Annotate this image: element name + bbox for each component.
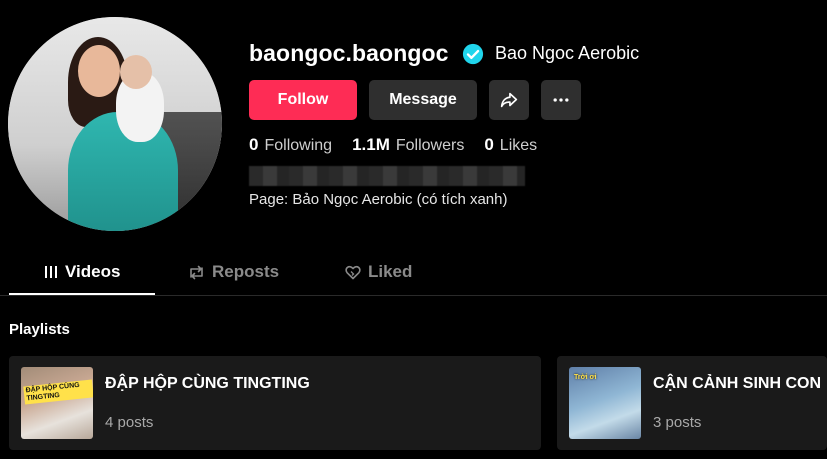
share-button[interactable] <box>489 80 529 120</box>
avatar-baby-face <box>120 55 152 89</box>
redacted-text <box>249 166 525 186</box>
profile-bio: Page: Bảo Ngọc Aerobic (có tích xanh) <box>249 191 508 208</box>
playlist-card[interactable]: ĐẬP HỘP CÙNG TINGTING ĐẬP HỘP CÙNG TINGT… <box>9 356 541 450</box>
share-arrow-icon <box>500 92 518 108</box>
following-count: 0 <box>249 135 259 154</box>
profile-stats: 0 Following 1.1M Followers 0 Likes <box>249 135 537 155</box>
profile-tabs: Videos Reposts Liked <box>0 252 827 296</box>
followers-label: Followers <box>395 137 465 154</box>
followers-count: 1.1M <box>352 135 390 154</box>
verified-check-icon <box>462 43 484 65</box>
more-options-button[interactable] <box>541 80 581 120</box>
stat-following[interactable]: 0 Following <box>249 135 332 155</box>
profile-avatar[interactable] <box>8 17 222 231</box>
playlist-thumbnail: Trời ơi <box>569 367 641 439</box>
avatar-face <box>78 45 120 97</box>
playlists-heading: Playlists <box>9 321 70 338</box>
repost-icon <box>190 265 203 279</box>
likes-count: 0 <box>484 135 494 154</box>
playlist-thumbnail: ĐẬP HỘP CÙNG TINGTING <box>21 367 93 439</box>
playlist-title: CẬN CẢNH SINH CON <box>653 375 821 392</box>
profile-nickname: Bao Ngoc Aerobic <box>495 43 640 63</box>
tab-videos[interactable]: Videos <box>44 262 120 282</box>
message-button[interactable]: Message <box>369 80 477 120</box>
active-tab-indicator <box>9 293 155 295</box>
thumbnail-caption: ĐẬP HỘP CÙNG TINGTING <box>23 379 93 405</box>
stat-followers[interactable]: 1.1M Followers <box>352 135 464 155</box>
more-dots-icon <box>553 98 569 102</box>
following-label: Following <box>264 137 333 154</box>
playlist-title: ĐẬP HỘP CÙNG TINGTING <box>105 375 310 392</box>
stat-likes: 0 Likes <box>484 135 537 155</box>
likes-label: Likes <box>499 137 538 154</box>
tab-liked[interactable]: Liked <box>345 262 412 282</box>
playlist-card[interactable]: Trời ơi CẬN CẢNH SINH CON 3 posts <box>557 356 827 450</box>
follow-button[interactable]: Follow <box>249 80 357 120</box>
thumbnail-caption: Trời ơi <box>574 374 597 381</box>
playlist-post-count: 4 posts <box>105 414 154 431</box>
playlist-post-count: 3 posts <box>653 414 702 431</box>
grid-lines-icon <box>45 266 57 278</box>
tab-videos-label: Videos <box>65 262 121 281</box>
tab-reposts-label: Reposts <box>212 262 280 281</box>
tab-liked-label: Liked <box>368 262 413 281</box>
heart-outline-icon <box>345 265 361 279</box>
profile-username: baongoc.baongoc <box>249 40 449 66</box>
tab-reposts[interactable]: Reposts <box>188 262 279 282</box>
